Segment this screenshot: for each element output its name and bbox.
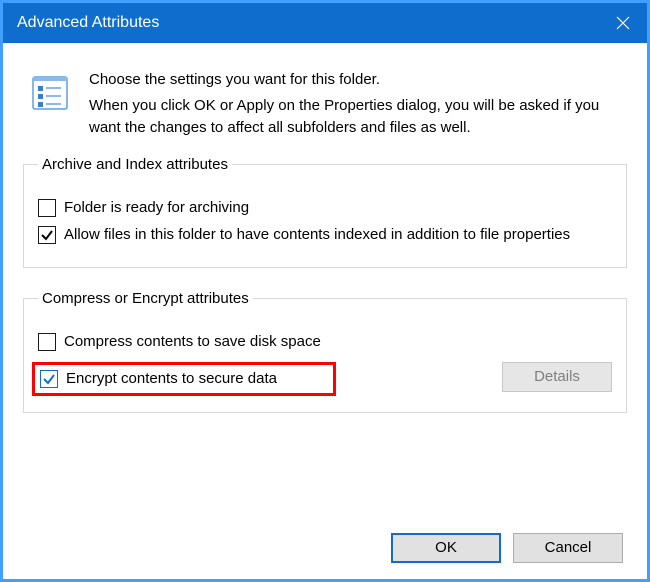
folder-checklist-icon: [27, 69, 73, 115]
encrypt-checkbox[interactable]: [40, 370, 58, 388]
compress-encrypt-legend: Compress or Encrypt attributes: [38, 290, 253, 307]
ok-button[interactable]: OK: [391, 533, 501, 563]
archive-index-group: Archive and Index attributes Folder is r…: [23, 156, 627, 268]
close-button[interactable]: [599, 3, 647, 43]
compress-label: Compress contents to save disk space: [64, 331, 612, 352]
encrypt-highlight: Encrypt contents to secure data: [32, 362, 336, 396]
cancel-button[interactable]: Cancel: [513, 533, 623, 563]
archive-checkbox[interactable]: [38, 199, 56, 217]
advanced-attributes-dialog: Advanced Attributes: [0, 0, 650, 582]
intro-sub-text: When you click OK or Apply on the Proper…: [89, 97, 599, 136]
intro-main-text: Choose the settings you want for this fo…: [89, 69, 623, 91]
dialog-title: Advanced Attributes: [17, 14, 159, 32]
details-button: Details: [502, 362, 612, 392]
archive-index-legend: Archive and Index attributes: [38, 156, 232, 173]
compress-encrypt-group: Compress or Encrypt attributes Compress …: [23, 290, 627, 413]
titlebar: Advanced Attributes: [3, 3, 647, 43]
index-checkbox[interactable]: [38, 226, 56, 244]
archive-label: Folder is ready for archiving: [64, 197, 612, 218]
close-icon: [616, 16, 630, 30]
encrypt-label: Encrypt contents to secure data: [66, 370, 277, 387]
compress-checkbox[interactable]: [38, 333, 56, 351]
dialog-body: Choose the settings you want for this fo…: [3, 43, 647, 579]
intro-section: Choose the settings you want for this fo…: [27, 69, 623, 138]
dialog-footer: OK Cancel: [23, 533, 627, 563]
intro-text: Choose the settings you want for this fo…: [89, 69, 623, 138]
index-label: Allow files in this folder to have conte…: [64, 224, 612, 245]
